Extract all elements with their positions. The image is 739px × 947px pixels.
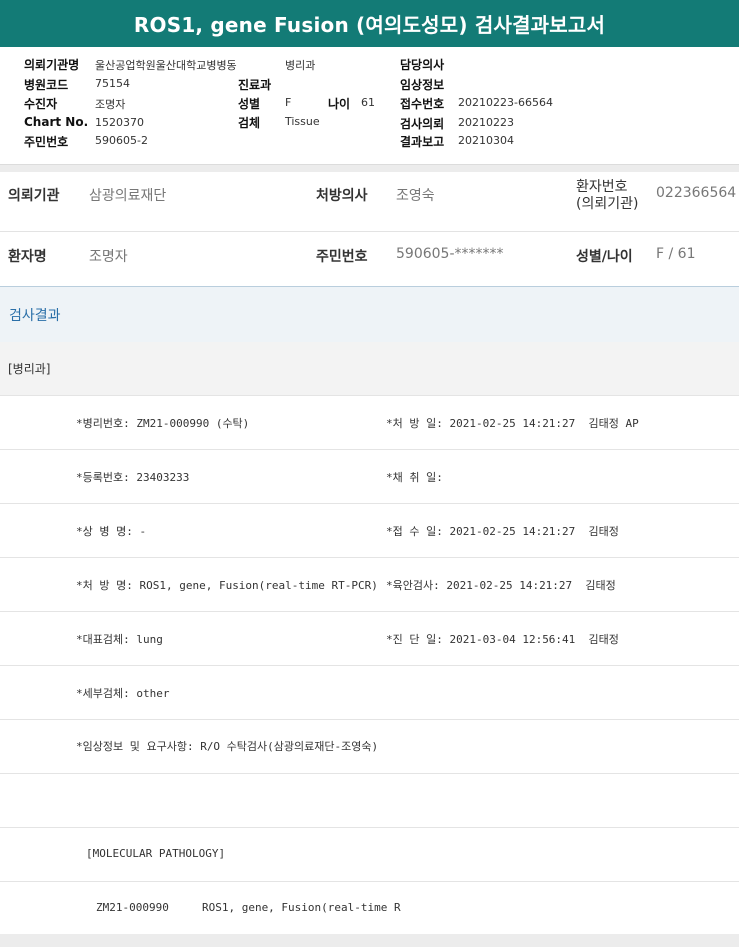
header-label-department: 진료과 bbox=[238, 78, 272, 92]
molecular-pathology-line: ZM21-000990 ROS1, gene, Fusion(real-time… bbox=[96, 901, 401, 914]
result-row: *세부검체: other bbox=[0, 665, 739, 719]
header-value-specimen: Tissue bbox=[285, 115, 320, 128]
header-value-chart-no: 1520370 bbox=[95, 116, 144, 129]
header-label-request-date: 검사의뢰 bbox=[400, 117, 445, 131]
separator-band bbox=[0, 165, 739, 172]
result-right: *접 수 일: 2021-02-25 14:21:27 김태정 bbox=[386, 525, 619, 538]
patient-info-row-1: 의뢰기관 삼광의료재단 처방의사 조영숙 환자번호 (의뢰기관) 0223665… bbox=[0, 172, 739, 231]
result-row: ZM21-000990 ROS1, gene, Fusion(real-time… bbox=[0, 881, 739, 935]
molecular-pathology-header: [MOLECULAR PATHOLOGY] bbox=[86, 847, 226, 860]
prescribing-doctor-label: 처방의사 bbox=[316, 188, 368, 204]
result-row: *처 방 명: ROS1, gene, Fusion(real-time RT-… bbox=[0, 557, 739, 611]
header-value-request-date: 20210223 bbox=[458, 116, 514, 129]
header-label-chart-no: Chart No. bbox=[24, 115, 89, 129]
institution-value: 삼광의료재단 bbox=[89, 188, 167, 204]
header-label-examinee: 수진자 bbox=[24, 97, 58, 111]
header-label-institution: 의뢰기관명 bbox=[24, 58, 80, 72]
result-right: *육안검사: 2021-02-25 14:21:27 김태정 bbox=[386, 579, 616, 592]
result-row: *대표검체: lung *진 단 일: 2021-03-04 12:56:41 … bbox=[0, 611, 739, 665]
header-label-clinical-info: 임상정보 bbox=[400, 78, 445, 92]
bottom-band bbox=[0, 934, 739, 947]
result-right: *채 취 일: bbox=[386, 471, 443, 484]
result-left: *등록번호: 23403233 bbox=[76, 471, 190, 484]
patient-name-label: 환자명 bbox=[8, 249, 47, 265]
department-label: [병리과] bbox=[8, 362, 51, 376]
results-section-title: 검사결과 bbox=[9, 308, 61, 324]
header-label-hospital-code: 병원코드 bbox=[24, 78, 69, 92]
result-row: *등록번호: 23403233 *채 취 일: bbox=[0, 449, 739, 503]
result-row: [MOLECULAR PATHOLOGY] bbox=[0, 827, 739, 881]
header-value-sex: F bbox=[285, 96, 292, 109]
header-label-doctor: 담당의사 bbox=[400, 58, 445, 72]
results-section-header: 검사결과 bbox=[0, 286, 739, 342]
header-label-rrn: 주민번호 bbox=[24, 135, 69, 149]
header-label-age: 나이 bbox=[328, 97, 351, 111]
header-label-report-date: 결과보고 bbox=[400, 135, 445, 149]
institution-label: 의뢰기관 bbox=[8, 188, 60, 204]
header-value-hospital-code: 75154 bbox=[95, 77, 130, 90]
result-right: *진 단 일: 2021-03-04 12:56:41 김태정 bbox=[386, 633, 619, 646]
result-left: *세부검체: other bbox=[76, 687, 170, 700]
result-row: *병리번호: ZM21-000990 (수탁) *처 방 일: 2021-02-… bbox=[0, 395, 739, 449]
result-row bbox=[0, 773, 739, 827]
result-left: *병리번호: ZM21-000990 (수탁) bbox=[76, 417, 250, 430]
header-value-accession-no: 20210223-66564 bbox=[458, 96, 553, 109]
patient-number-label-sub: (의뢰기관) bbox=[576, 196, 639, 212]
result-left: *처 방 명: ROS1, gene, Fusion(real-time RT-… bbox=[76, 579, 378, 592]
header-label-sex: 성별 bbox=[238, 97, 261, 111]
result-left: *상 병 명: - bbox=[76, 525, 147, 538]
patient-info-row-2: 환자명 조명자 주민번호 590605-******* 성별/나이 F / 61 bbox=[0, 232, 739, 285]
result-row: *상 병 명: - *접 수 일: 2021-02-25 14:21:27 김태… bbox=[0, 503, 739, 557]
sex-age-label: 성별/나이 bbox=[576, 249, 633, 265]
header-value-report-date: 20210304 bbox=[458, 134, 514, 147]
header-value-institution: 울산공업학원울산대학교병병동 bbox=[95, 59, 237, 72]
header-label-accession-no: 접수번호 bbox=[400, 97, 445, 111]
header-value-examinee: 조명자 bbox=[95, 98, 126, 111]
result-left: *임상정보 및 요구사항: R/O 수탁검사(삼광의료재단-조영숙) bbox=[76, 740, 379, 753]
header-label-specimen: 검체 bbox=[238, 116, 261, 130]
prescribing-doctor-value: 조영숙 bbox=[396, 188, 435, 204]
patient-number-value: 022366564 bbox=[656, 185, 737, 201]
result-right: *처 방 일: 2021-02-25 14:21:27 김태정 AP bbox=[386, 417, 639, 430]
sex-age-value: F / 61 bbox=[656, 246, 696, 262]
rrn-value: 590605-******* bbox=[396, 246, 504, 262]
header-value-age: 61 bbox=[361, 96, 375, 109]
rrn-label: 주민번호 bbox=[316, 249, 368, 265]
department-row: [병리과] bbox=[0, 342, 739, 395]
header-value-department: 병리과 bbox=[285, 59, 316, 72]
report-title: ROS1, gene Fusion (여의도성모) 검사결과보고서 bbox=[0, 0, 739, 47]
result-row: *임상정보 및 요구사항: R/O 수탁검사(삼광의료재단-조영숙) bbox=[0, 719, 739, 773]
patient-name-value: 조명자 bbox=[89, 249, 128, 265]
report-header-info: 의뢰기관명 울산공업학원울산대학교병병동 병원코드 75154 수진자 조명자 … bbox=[0, 47, 739, 165]
result-left: *대표검체: lung bbox=[76, 633, 163, 646]
header-value-rrn: 590605-2 bbox=[95, 134, 148, 147]
